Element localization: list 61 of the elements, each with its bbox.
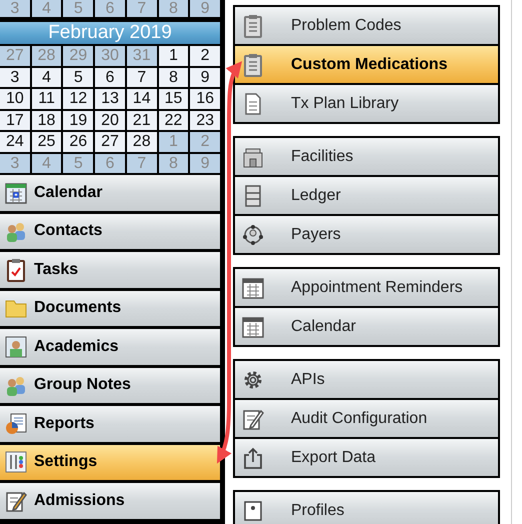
nav-button[interactable]: Reports (0, 406, 220, 442)
calendar-icon (4, 180, 28, 205)
nav-button[interactable]: Calendar (0, 175, 220, 210)
calendar-day[interactable]: 26 (63, 132, 94, 152)
settings-item[interactable]: Custom Medications (235, 46, 498, 83)
calendar-day[interactable]: 24 (0, 132, 30, 152)
calendar-day[interactable]: 13 (95, 89, 125, 108)
calendar-day[interactable]: 7 (126, 68, 157, 87)
calendar-day[interactable]: 4 (32, 68, 62, 87)
settings-item[interactable]: Calendar (235, 308, 498, 345)
nav-button[interactable]: Academics (0, 329, 220, 364)
calendar-icon (241, 276, 265, 300)
calendar-day[interactable]: 2 (190, 46, 220, 66)
settings-item[interactable]: Payers (235, 216, 498, 253)
calendar-day[interactable]: 18 (32, 110, 62, 130)
calendar-day[interactable]: 15 (158, 89, 188, 108)
calendar-day[interactable]: 17 (0, 110, 30, 130)
calendar-day[interactable]: 5 (63, 68, 94, 87)
calendar-day[interactable]: 20 (95, 110, 125, 130)
upload-icon (241, 446, 265, 470)
clipboard-icon (241, 52, 265, 76)
settings-item[interactable]: Audit Configuration (235, 400, 498, 437)
nav-button[interactable]: Admissions (0, 483, 220, 518)
calendar-day[interactable]: 16 (190, 89, 220, 108)
calendar-day[interactable]: 14 (126, 89, 157, 108)
calendar-day[interactable]: 25 (32, 132, 62, 152)
settings-item[interactable]: Facilities (235, 138, 498, 175)
clipboard-icon (241, 14, 265, 38)
settings-item[interactable]: Problem Codes (235, 7, 498, 44)
settings-item[interactable]: APIs (235, 361, 498, 398)
settings-item[interactable]: Profiles (235, 492, 498, 524)
settings-item[interactable]: Export Data (235, 439, 498, 476)
calendar-day[interactable]: 27 (95, 132, 125, 152)
nav-button[interactable]: Tasks (0, 252, 220, 288)
nav-button[interactable]: Documents (0, 290, 220, 326)
calendar-day[interactable]: 11 (32, 89, 62, 108)
calendar-day[interactable]: 19 (63, 110, 94, 130)
calendar-day[interactable]: 10 (0, 89, 30, 108)
person-card-icon (4, 334, 28, 359)
calendar-day[interactable]: 21 (126, 110, 157, 130)
settings-item[interactable]: Ledger (235, 177, 498, 214)
calendar-day[interactable]: 23 (190, 110, 220, 130)
calendar-day[interactable]: 28 (126, 132, 157, 152)
nav-button[interactable]: Settings (0, 444, 220, 480)
calendar-day[interactable]: 3 (0, 68, 30, 87)
calendar-day[interactable]: 9 (190, 68, 220, 87)
calendar-day[interactable]: 8 (158, 68, 188, 87)
calendar-icon (241, 314, 265, 338)
calendar-day[interactable]: 6 (95, 68, 125, 87)
nav-button[interactable]: Group Notes (0, 368, 220, 403)
nav-button[interactable]: Contacts (0, 214, 220, 249)
calendar-day[interactable]: 1 (158, 46, 188, 66)
clipboard-icon (4, 258, 28, 282)
calendar-day[interactable]: 12 (63, 89, 94, 108)
calendar-day[interactable]: 22 (158, 110, 188, 130)
network-icon (241, 222, 265, 246)
sliders-icon (4, 450, 28, 474)
settings-item[interactable]: Appointment Reminders (235, 269, 498, 306)
month-title: February 2019 (0, 22, 220, 44)
report-icon (4, 412, 28, 436)
settings-item[interactable]: Tx Plan Library (235, 85, 498, 122)
